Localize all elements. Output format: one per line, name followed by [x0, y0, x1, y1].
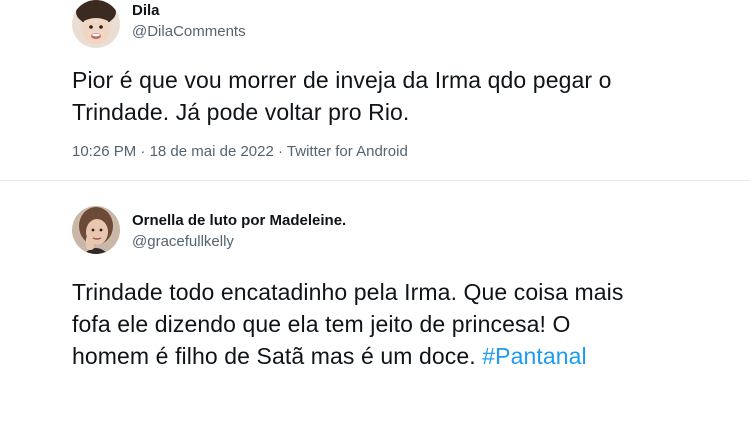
woman-photo-icon: [72, 206, 120, 254]
tweet-text-line: fofa ele dizendo que ela tem jeito de pr…: [72, 311, 571, 337]
tweet-text: Pior é que vou morrer de inveja da Irma …: [72, 64, 612, 128]
author-name[interactable]: Dila: [132, 2, 160, 19]
child-photo-icon: [72, 0, 120, 48]
tweet-text-segment: homem é filho de Satã mas é um doce.: [72, 343, 476, 369]
author-handle[interactable]: @gracefullkelly: [132, 233, 234, 250]
tweet-date[interactable]: 18 de mai de 2022: [150, 143, 274, 160]
avatar[interactable]: [72, 0, 120, 48]
tweet-time[interactable]: 10:26 PM: [72, 143, 136, 160]
tweet-meta: 10:26 PM · 18 de mai de 2022 · Twitter f…: [72, 143, 408, 160]
meta-separator: ·: [278, 143, 283, 160]
tweet-source[interactable]: Twitter for Android: [287, 143, 408, 160]
tweet-dila: Dila @DilaComments Pior é que vou morrer…: [0, 0, 750, 180]
tweet-text-line: homem é filho de Satã mas é um doce. #Pa…: [72, 340, 623, 372]
tweet-text: Trindade todo encatadinho pela Irma. Que…: [72, 276, 623, 372]
hashtag-link[interactable]: #Pantanal: [482, 343, 587, 369]
author-name[interactable]: Ornella de luto por Madeleine.: [132, 212, 346, 229]
meta-separator: ·: [140, 143, 146, 160]
tweet-text-line: Trindade todo encatadinho pela Irma. Que…: [72, 279, 624, 305]
tweet-ornella: Ornella de luto por Madeleine. @graceful…: [0, 181, 750, 430]
avatar[interactable]: [72, 206, 120, 254]
tweet-text-line: Pior é que vou morrer de inveja da Irma …: [72, 67, 612, 93]
tweet-text-line: Trindade. Já pode voltar pro Rio.: [72, 99, 410, 125]
author-handle[interactable]: @DilaComments: [132, 23, 246, 40]
